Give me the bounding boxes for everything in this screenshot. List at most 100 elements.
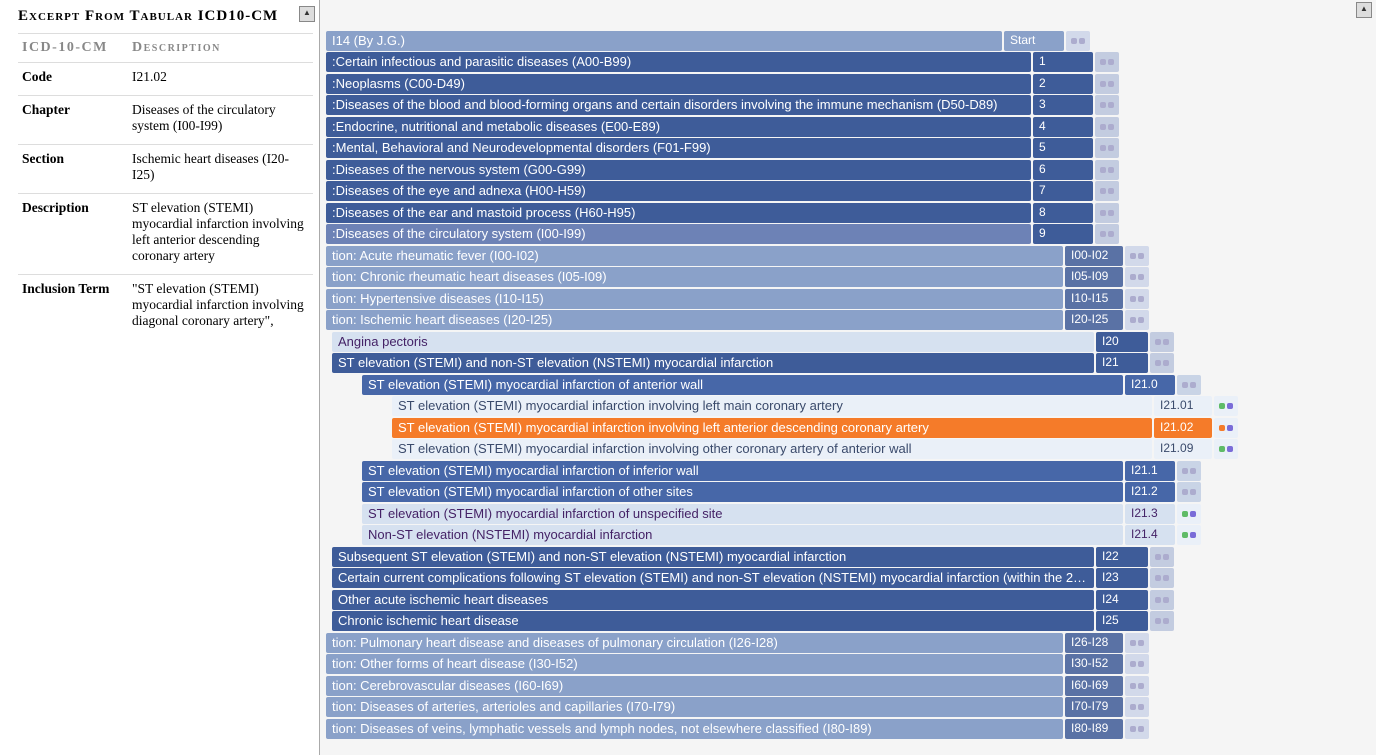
tree-row[interactable]: Angina pectorisI20 — [332, 331, 1376, 352]
tree-row[interactable]: :Diseases of the circulatory system (I00… — [326, 224, 1376, 245]
tree-code[interactable]: I20-I25 — [1065, 310, 1123, 330]
tree-row[interactable]: tion: Pulmonary heart disease and diseas… — [326, 632, 1376, 653]
tree-row[interactable]: Subsequent ST elevation (STEMI) and non-… — [332, 546, 1376, 567]
tree-row[interactable]: tion: Diseases of veins, lymphatic vesse… — [326, 718, 1376, 739]
tree-status-dots[interactable] — [1125, 289, 1149, 309]
tree-label[interactable]: Other acute ischemic heart diseases — [332, 590, 1094, 610]
tree-code[interactable]: 8 — [1033, 203, 1093, 223]
tree-row[interactable]: ST elevation (STEMI) myocardial infarcti… — [362, 374, 1376, 395]
tree-code[interactable]: 2 — [1033, 74, 1093, 94]
tree-label[interactable]: ST elevation (STEMI) myocardial infarcti… — [362, 461, 1123, 481]
tree-status-dots[interactable] — [1125, 267, 1149, 287]
tree-label[interactable]: :Mental, Behavioral and Neurodevelopment… — [326, 138, 1031, 158]
tree-status-dots[interactable] — [1095, 160, 1119, 180]
tree-row[interactable]: ST elevation (STEMI) myocardial infarcti… — [392, 439, 1376, 460]
tree-row[interactable]: :Mental, Behavioral and Neurodevelopment… — [326, 138, 1376, 159]
tree-row[interactable]: ST elevation (STEMI) and non-ST elevatio… — [332, 353, 1376, 374]
tree-row[interactable]: Chronic ischemic heart diseaseI25 — [332, 611, 1376, 632]
tree-label[interactable]: tion: Diseases of arteries, arterioles a… — [326, 697, 1063, 717]
tree-label[interactable]: :Diseases of the circulatory system (I00… — [326, 224, 1031, 244]
tree-code[interactable]: I21.4 — [1125, 525, 1175, 545]
tree-status-dots[interactable] — [1125, 654, 1149, 674]
tree-status-dots[interactable] — [1095, 117, 1119, 137]
tree-code[interactable]: I70-I79 — [1065, 697, 1123, 717]
tree-code[interactable]: I21.3 — [1125, 504, 1175, 524]
tree-label[interactable]: :Certain infectious and parasitic diseas… — [326, 52, 1031, 72]
tree-status-dots[interactable] — [1214, 396, 1238, 416]
tree-status-dots[interactable] — [1177, 375, 1201, 395]
tree-label[interactable]: tion: Cerebrovascular diseases (I60-I69) — [326, 676, 1063, 696]
tree-code[interactable]: I20 — [1096, 332, 1148, 352]
tree-label[interactable]: tion: Chronic rheumatic heart diseases (… — [326, 267, 1063, 287]
tree-code[interactable]: I21 — [1096, 353, 1148, 373]
tree-row[interactable]: :Diseases of the ear and mastoid process… — [326, 202, 1376, 223]
tree-code[interactable]: I21.09 — [1154, 439, 1212, 459]
tree-code[interactable]: I00-I02 — [1065, 246, 1123, 266]
tree-row[interactable]: :Diseases of the blood and blood-forming… — [326, 95, 1376, 116]
tree-status-dots[interactable] — [1125, 719, 1149, 739]
tree-label[interactable]: ST elevation (STEMI) myocardial infarcti… — [362, 504, 1123, 524]
tree-status-dots[interactable] — [1095, 74, 1119, 94]
tree-label[interactable]: Subsequent ST elevation (STEMI) and non-… — [332, 547, 1094, 567]
tree-status-dots[interactable] — [1095, 224, 1119, 244]
tree-row[interactable]: :Endocrine, nutritional and metabolic di… — [326, 116, 1376, 137]
tree-status-dots[interactable] — [1177, 461, 1201, 481]
tree-row[interactable]: :Diseases of the eye and adnexa (H00-H59… — [326, 181, 1376, 202]
tree-code[interactable]: 5 — [1033, 138, 1093, 158]
tree-code[interactable]: I21.2 — [1125, 482, 1175, 502]
tree-label[interactable]: tion: Hypertensive diseases (I10-I15) — [326, 289, 1063, 309]
tree-code[interactable]: I24 — [1096, 590, 1148, 610]
tree-row[interactable]: tion: Hypertensive diseases (I10-I15)I10… — [326, 288, 1376, 309]
tree-status-dots[interactable] — [1214, 418, 1238, 438]
tree-code[interactable]: Start — [1004, 31, 1064, 51]
tree-row[interactable]: Other acute ischemic heart diseasesI24 — [332, 589, 1376, 610]
tree-status-dots[interactable] — [1150, 568, 1174, 588]
tree-status-dots[interactable] — [1214, 439, 1238, 459]
tree-status-dots[interactable] — [1066, 31, 1090, 51]
tree-code[interactable]: I21.1 — [1125, 461, 1175, 481]
tree-row[interactable]: :Diseases of the nervous system (G00-G99… — [326, 159, 1376, 180]
tree-row[interactable]: tion: Ischemic heart diseases (I20-I25)I… — [326, 310, 1376, 331]
tree-row[interactable]: ST elevation (STEMI) myocardial infarcti… — [362, 503, 1376, 524]
tree-label[interactable]: Non-ST elevation (NSTEMI) myocardial inf… — [362, 525, 1123, 545]
scroll-up-button-right[interactable]: ▲ — [1356, 2, 1372, 18]
tree-status-dots[interactable] — [1177, 525, 1201, 545]
tree-row[interactable]: ST elevation (STEMI) myocardial infarcti… — [362, 482, 1376, 503]
tree-status-dots[interactable] — [1177, 482, 1201, 502]
tree-status-dots[interactable] — [1125, 310, 1149, 330]
tree-label[interactable]: Angina pectoris — [332, 332, 1094, 352]
tree-status-dots[interactable] — [1150, 611, 1174, 631]
tree-row[interactable]: tion: Acute rheumatic fever (I00-I02)I00… — [326, 245, 1376, 266]
tree-row[interactable]: I14 (By J.G.)Start — [326, 30, 1376, 51]
tree-row[interactable]: Non-ST elevation (NSTEMI) myocardial inf… — [362, 525, 1376, 546]
tree-code[interactable]: I25 — [1096, 611, 1148, 631]
tree-status-dots[interactable] — [1125, 633, 1149, 653]
tree-code[interactable]: I26-I28 — [1065, 633, 1123, 653]
tree-status-dots[interactable] — [1150, 332, 1174, 352]
tree-status-dots[interactable] — [1125, 676, 1149, 696]
tree-label[interactable]: ST elevation (STEMI) and non-ST elevatio… — [332, 353, 1094, 373]
tree-code[interactable]: I80-I89 — [1065, 719, 1123, 739]
tree-status-dots[interactable] — [1125, 697, 1149, 717]
tree-status-dots[interactable] — [1177, 504, 1201, 524]
tree-label[interactable]: tion: Acute rheumatic fever (I00-I02) — [326, 246, 1063, 266]
tree-code[interactable]: 3 — [1033, 95, 1093, 115]
tree-label[interactable]: ST elevation (STEMI) myocardial infarcti… — [362, 482, 1123, 502]
tree-status-dots[interactable] — [1095, 95, 1119, 115]
tree-label[interactable]: tion: Other forms of heart disease (I30-… — [326, 654, 1063, 674]
tree-row[interactable]: :Certain infectious and parasitic diseas… — [326, 52, 1376, 73]
tree-code[interactable]: I22 — [1096, 547, 1148, 567]
tree-status-dots[interactable] — [1095, 203, 1119, 223]
tree-label[interactable]: ST elevation (STEMI) myocardial infarcti… — [392, 418, 1152, 438]
tree-label[interactable]: ST elevation (STEMI) myocardial infarcti… — [392, 396, 1152, 416]
tree-code[interactable]: I21.0 — [1125, 375, 1175, 395]
tree-code[interactable]: 4 — [1033, 117, 1093, 137]
tree-status-dots[interactable] — [1125, 246, 1149, 266]
tree-label[interactable]: tion: Diseases of veins, lymphatic vesse… — [326, 719, 1063, 739]
tree-code[interactable]: 7 — [1033, 181, 1093, 201]
tree-row[interactable]: ST elevation (STEMI) myocardial infarcti… — [392, 396, 1376, 417]
tree-status-dots[interactable] — [1095, 52, 1119, 72]
tree-code[interactable]: 6 — [1033, 160, 1093, 180]
tree-row[interactable]: ST elevation (STEMI) myocardial infarcti… — [392, 417, 1376, 438]
tree-label[interactable]: tion: Ischemic heart diseases (I20-I25) — [326, 310, 1063, 330]
